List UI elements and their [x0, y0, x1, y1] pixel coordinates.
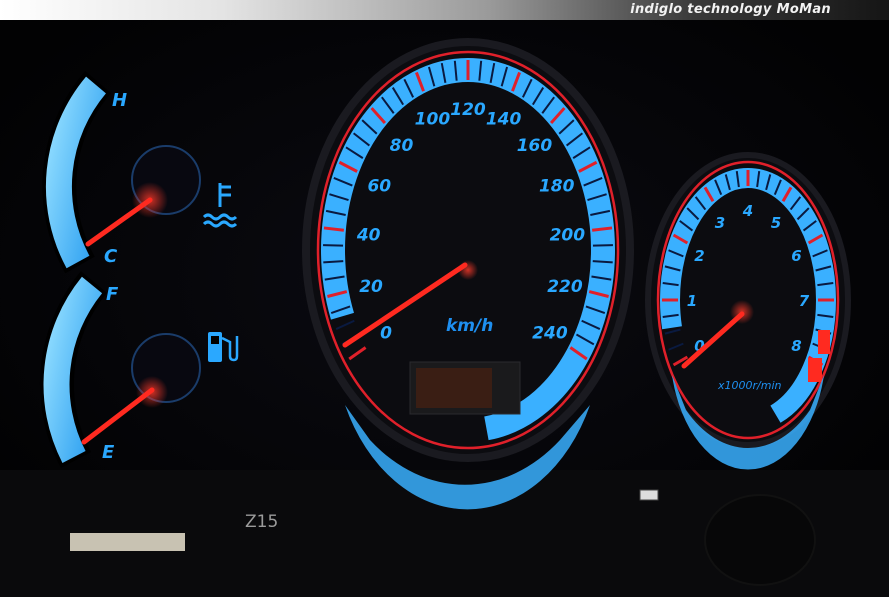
instrument-cluster-photo: indiglo technology MoMan Z15 H C F E 0 2…: [0, 0, 889, 597]
speedo-label: 40: [356, 226, 381, 246]
tacho-unit: x1000r/min: [717, 379, 782, 392]
dash-stamp: Z15: [245, 512, 278, 532]
fuel-empty-label: E: [102, 442, 115, 463]
tacho-label: 4: [742, 202, 753, 220]
speedo-label: 220: [547, 277, 583, 297]
dash-switch: [639, 489, 659, 501]
temp-hot-label: H: [112, 90, 127, 111]
tacho-label: 2: [694, 247, 704, 265]
speedo-unit: km/h: [446, 316, 493, 336]
tacho-label: 6: [791, 247, 801, 265]
cluster-artwork: Z15 H C F E 020406080100 120 14016018020…: [0, 20, 889, 597]
speedo-label: 160: [517, 136, 553, 156]
odometer-digits-area: [416, 368, 492, 408]
speedo-label: 140: [486, 109, 522, 129]
tacho-redline-block-2: [808, 358, 822, 382]
speedo-tick: [323, 260, 344, 264]
speedo-tick: [323, 244, 344, 247]
speedo-label: 80: [390, 136, 414, 156]
speedo-label: 200: [550, 226, 586, 246]
tacho-label: 7: [799, 292, 810, 310]
tacho-redline-block-1: [818, 330, 830, 354]
speedo-label: 180: [539, 176, 575, 196]
tacho-label: 1: [687, 292, 697, 310]
speedo-label: 120: [450, 100, 486, 120]
banner-brand: MoMan: [776, 2, 831, 17]
speedo-tick: [592, 260, 613, 264]
tacho-label: 3: [715, 214, 725, 232]
speedo-tick: [592, 244, 613, 247]
fuel-full-label: F: [106, 284, 119, 305]
tacho-label: 5: [771, 214, 781, 232]
banner-prefix: indiglo technology: [630, 2, 772, 17]
dash-sticker: [70, 533, 185, 551]
speedo-label: 240: [532, 323, 568, 343]
tacho-label: 8: [791, 337, 801, 355]
temp-cold-label: C: [104, 246, 118, 267]
speedo-label: 60: [367, 176, 391, 196]
title-banner: indiglo technology MoMan: [0, 0, 889, 20]
speedo-label: 100: [415, 109, 451, 129]
dash-knob: [704, 494, 816, 586]
banner-text: indiglo technology MoMan: [630, 2, 831, 17]
speedo-label: 0: [380, 323, 392, 343]
speedo-label: 20: [359, 277, 383, 297]
